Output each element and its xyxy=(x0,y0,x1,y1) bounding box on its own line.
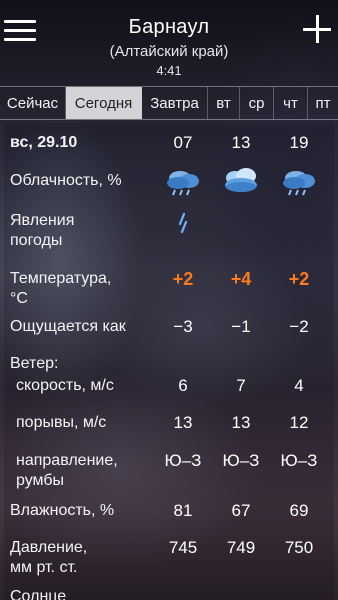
cloudy-rain-icon xyxy=(283,171,315,196)
humidity-label: Влажность, % xyxy=(10,502,115,519)
pressure-cell: 750 xyxy=(284,538,314,557)
gusts-cell: 13 xyxy=(231,413,251,432)
feels-like-cell: −1 xyxy=(231,317,251,336)
direction-cell: Ю–З xyxy=(280,451,318,470)
hour-cell: 19 xyxy=(289,133,309,152)
feels-like-label: Ощущается как xyxy=(10,318,126,335)
forecast-table: вс, 29.10 07 13 19 Облачность, % Явления… xyxy=(4,123,334,600)
phenomena-label-line1: Явления xyxy=(10,212,75,229)
phenomena-label-line2: погоды xyxy=(10,232,63,249)
direction-label-line1: направление, xyxy=(16,452,118,469)
wind-speed-cell: 7 xyxy=(236,376,246,395)
temperature-label-line2: °C xyxy=(10,290,28,307)
tab-today[interactable]: Сегодня xyxy=(66,87,142,119)
humidity-cell: 67 xyxy=(231,501,251,520)
wind-speed-label: скорость, м/с xyxy=(16,377,114,394)
temperature-label-line1: Температура, xyxy=(10,270,112,287)
overcast-icon xyxy=(225,168,257,192)
temperature-cell: +2 xyxy=(288,269,310,289)
temperature-cell: +4 xyxy=(230,269,252,289)
pressure-cell: 745 xyxy=(168,538,198,557)
gusts-label: порывы, м/с xyxy=(16,414,107,431)
cloudiness-label: Облачность, % xyxy=(10,172,122,189)
forecast-tabs: Сейчас Сегодня Завтра вт ср чт пт xyxy=(0,86,338,120)
hour-cell: 07 xyxy=(173,133,193,152)
sun-label: Солнце xyxy=(10,588,67,600)
wind-speed-cell: 4 xyxy=(294,376,304,395)
tab-tomorrow[interactable]: Завтра xyxy=(142,87,208,119)
wind-speed-cell: 6 xyxy=(178,376,188,395)
hour-cell: 13 xyxy=(231,133,251,152)
feels-like-cell: −3 xyxy=(173,317,193,336)
direction-cell: Ю–З xyxy=(222,451,260,470)
city-name: Барнаул xyxy=(128,16,210,38)
gusts-cell: 13 xyxy=(173,413,193,432)
tab-now[interactable]: Сейчас xyxy=(0,87,66,119)
pressure-label-line1: Давление, xyxy=(10,539,88,556)
app-header: Барнаул (Алтайский край) 4:41 xyxy=(0,0,338,86)
light-rain-icon xyxy=(178,212,188,234)
update-time: 4:41 xyxy=(156,63,182,78)
add-city-icon[interactable] xyxy=(302,14,332,44)
direction-label-line2: румбы xyxy=(16,472,65,489)
gusts-cell: 12 xyxy=(289,413,309,432)
pressure-label-line2: мм рт. ст. xyxy=(10,559,78,576)
humidity-cell: 81 xyxy=(173,501,193,520)
tab-thursday[interactable]: чт xyxy=(274,87,308,119)
pressure-cell: 749 xyxy=(226,538,256,557)
direction-cell: Ю–З xyxy=(164,451,202,470)
tab-tuesday[interactable]: вт xyxy=(208,87,240,119)
region-name: (Алтайский край) xyxy=(109,43,229,60)
cloudy-rain-icon xyxy=(167,171,199,196)
feels-like-cell: −2 xyxy=(289,317,309,336)
wind-label: Ветер: xyxy=(10,355,59,372)
tab-friday[interactable]: пт xyxy=(308,87,338,119)
humidity-cell: 69 xyxy=(289,501,309,520)
tab-wednesday[interactable]: ср xyxy=(240,87,274,119)
temperature-cell: +2 xyxy=(172,269,194,289)
date-label: вс, 29.10 xyxy=(10,134,78,151)
